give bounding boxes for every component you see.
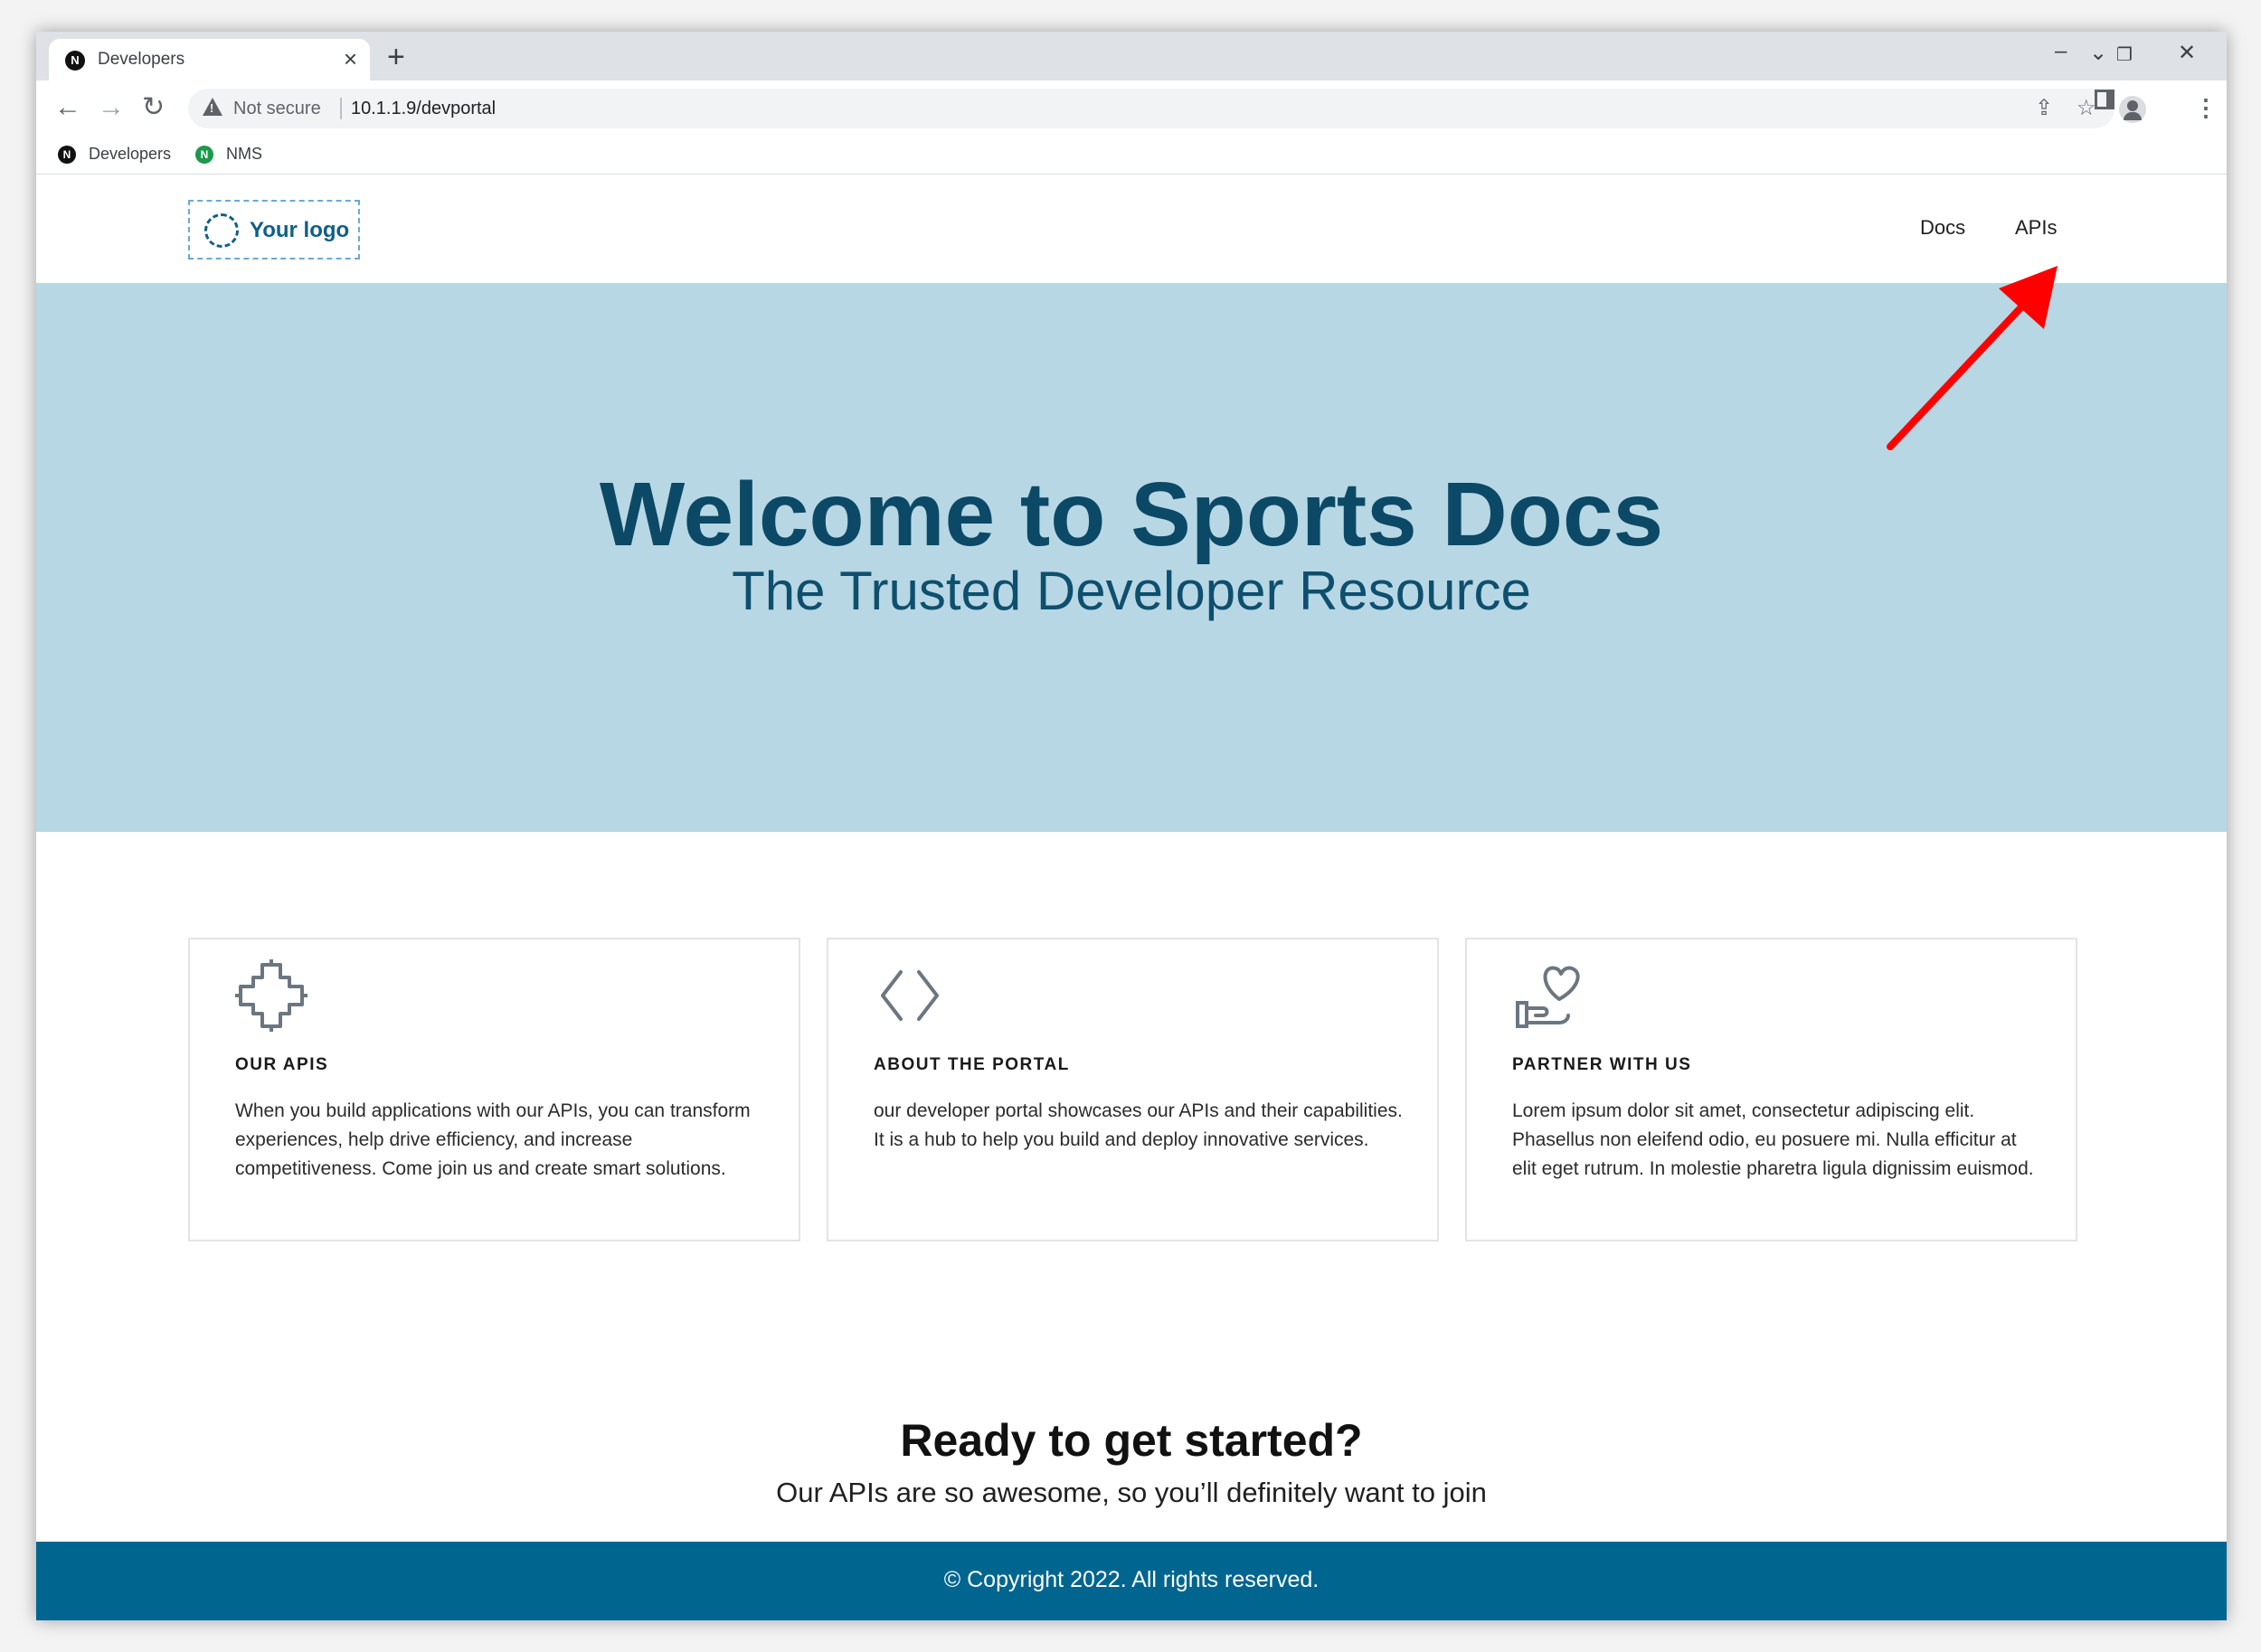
bookmark-star-icon[interactable]: ☆ xyxy=(2077,96,2096,121)
nms-bookmark-icon: N xyxy=(195,146,213,164)
nginx-bookmark-icon: N xyxy=(58,146,76,164)
nginx-favicon-icon: N xyxy=(65,51,85,71)
site-logo[interactable]: Your logo xyxy=(188,200,360,260)
back-arrow-icon[interactable]: ← xyxy=(54,91,81,124)
cta-title: Ready to get started? xyxy=(900,1415,1363,1466)
security-label[interactable]: Not secure xyxy=(233,99,321,119)
hero-subtitle: The Trusted Developer Resource xyxy=(732,561,1531,621)
nav-docs-link[interactable]: Docs xyxy=(1920,216,1965,240)
bookmark-label: Developers xyxy=(89,145,172,163)
cta-subtitle: Our APIs are so awesome, so you’ll defin… xyxy=(776,1477,1487,1508)
puzzle-cross-icon xyxy=(235,959,307,1032)
close-window-icon[interactable]: ✕ xyxy=(2178,37,2196,70)
share-icon[interactable]: ⇪ xyxy=(2035,96,2053,121)
address-separator xyxy=(340,98,342,119)
logo-icon xyxy=(204,213,239,248)
minimize-icon[interactable]: – xyxy=(2055,35,2067,68)
card-title: OUR APIS xyxy=(235,1055,329,1074)
heart-hand-icon xyxy=(1516,966,1580,1028)
card-our-apis: OUR APIS When you build applications wit… xyxy=(188,938,800,1241)
hero-title: Welcome to Sports Docs xyxy=(599,464,1664,565)
site-footer: © Copyright 2022. All rights reserved. xyxy=(36,1542,2227,1620)
annotation-arrow xyxy=(1887,266,2058,450)
url-text[interactable]: 10.1.1.9/devportal xyxy=(351,99,496,119)
profile-avatar-icon[interactable] xyxy=(2119,96,2146,123)
new-tab-button[interactable]: + xyxy=(387,39,405,75)
card-title: PARTNER WITH US xyxy=(1512,1055,1692,1074)
logo-text: Your logo xyxy=(250,218,350,242)
card-body: our developer portal showcases our APIs … xyxy=(874,1100,1403,1150)
restore-icon[interactable]: ❐ xyxy=(2116,39,2133,71)
address-bar[interactable]: Not secure 10.1.1.9/devportal ⇪ ☆ xyxy=(188,89,2114,128)
card-body: Lorem ipsum dolor sit amet, consectetur … xyxy=(1512,1100,2034,1179)
forward-arrow-icon[interactable]: → xyxy=(98,91,125,124)
nav-apis-link[interactable]: APIs xyxy=(2015,216,2057,240)
browser-toolbar: ← → ↻ Not secure 10.1.1.9/devportal ⇪ ☆ … xyxy=(36,80,2227,137)
card-about-portal: ABOUT THE PORTAL our developer portal sh… xyxy=(827,938,1439,1241)
bookmarks-bar: N Developers N NMS xyxy=(36,137,2227,175)
tab-title: Developers xyxy=(98,50,185,69)
tab-strip: N Developers × + ⌄ – ❐ ✕ xyxy=(36,32,2227,80)
copyright-text: © Copyright 2022. All rights reserved. xyxy=(943,1567,1320,1592)
page-viewport: Your logo Docs APIs Welcome to Sports Do… xyxy=(36,175,2227,1620)
tab-search-chevron-icon[interactable]: ⌄ xyxy=(2089,37,2107,70)
side-panel-icon[interactable] xyxy=(2095,90,2114,109)
card-partner: PARTNER WITH US Lorem ipsum dolor sit am… xyxy=(1465,938,2077,1241)
menu-kebab-icon[interactable]: ⋮ xyxy=(2194,91,2218,124)
tab-close-icon[interactable]: × xyxy=(344,46,357,71)
browser-tab[interactable]: N Developers × xyxy=(49,39,370,80)
card-body: When you build applications with our API… xyxy=(235,1100,751,1179)
warning-icon[interactable] xyxy=(203,98,222,116)
code-brackets-icon xyxy=(881,970,939,1021)
reload-icon[interactable]: ↻ xyxy=(142,91,165,124)
bookmark-label: NMS xyxy=(226,145,262,163)
card-title: ABOUT THE PORTAL xyxy=(874,1055,1070,1074)
browser-window: N Developers × + ⌄ – ❐ ✕ ← → ↻ Not secur… xyxy=(36,32,2227,1620)
